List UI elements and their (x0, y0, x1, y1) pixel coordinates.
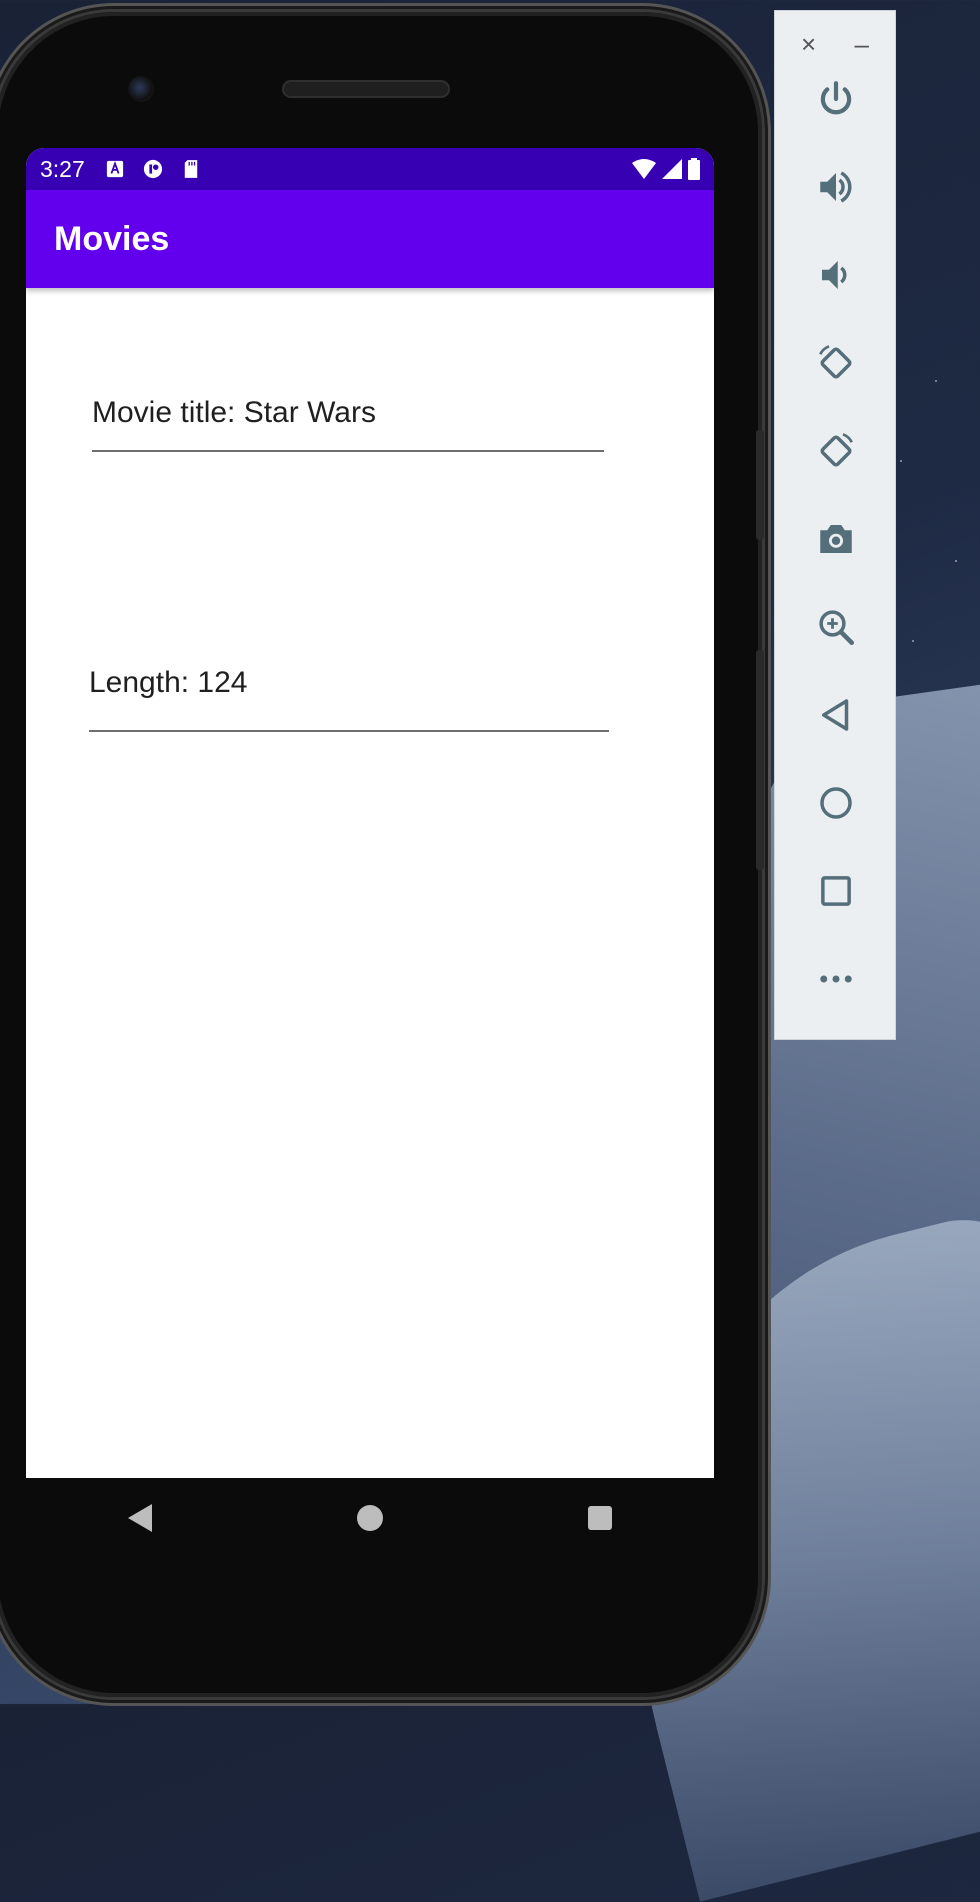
status-bar: 3:27 (26, 148, 714, 190)
movie-title-underline (92, 450, 604, 452)
camera-icon (820, 525, 852, 553)
volume-up-button[interactable] (775, 143, 897, 231)
power-icon (820, 81, 852, 115)
home-circle-icon (820, 787, 852, 819)
wifi-icon (632, 159, 656, 179)
volume-up-icon (820, 171, 852, 203)
emulator-toolbar: × – (774, 10, 896, 1040)
length-underline (89, 730, 609, 732)
nav-home-button[interactable] (356, 1505, 383, 1531)
back-button[interactable] (775, 671, 897, 759)
zoom-button[interactable] (775, 583, 897, 671)
status-time: 3:27 (40, 155, 85, 182)
minimize-button[interactable]: – (855, 29, 869, 59)
power-button[interactable] (775, 55, 897, 143)
volume-down-button[interactable] (775, 231, 897, 319)
app-notification-icon (143, 159, 163, 179)
overview-square-icon (821, 876, 851, 906)
volume-down-icon (822, 261, 847, 289)
device-screen: 3:27 Movies Movie title: Star Wars Lengt… (26, 148, 714, 1478)
sd-card-icon (181, 159, 201, 179)
phone-side-button (756, 430, 764, 540)
app-title: Movies (54, 219, 170, 258)
more-button[interactable] (775, 935, 897, 1023)
rotate-left-button[interactable] (775, 319, 897, 407)
front-camera (128, 76, 154, 102)
rotate-right-button[interactable] (775, 407, 897, 495)
movie-title-field[interactable]: Movie title: Star Wars (92, 396, 604, 452)
rotate-left-icon (819, 345, 852, 379)
earpiece-speaker (282, 80, 450, 98)
rotate-right-icon (820, 433, 853, 467)
nav-recents-button[interactable] (587, 1506, 612, 1530)
overview-button[interactable] (775, 847, 897, 935)
length-value: Length: 124 (89, 666, 248, 699)
battery-icon (688, 158, 700, 180)
movie-title-value: Movie title: Star Wars (92, 396, 376, 429)
back-triangle-icon (822, 699, 849, 731)
screenshot-button[interactable] (775, 495, 897, 583)
system-nav-bar (26, 1478, 714, 1558)
phone-side-button (756, 650, 764, 870)
home-button[interactable] (775, 759, 897, 847)
nav-back-button[interactable] (128, 1504, 153, 1532)
app-bar: Movies (26, 190, 714, 288)
length-field[interactable]: Length: 124 (89, 666, 609, 732)
zoom-in-icon (819, 610, 855, 646)
cell-signal-icon (662, 159, 682, 179)
close-button[interactable]: × (801, 29, 816, 59)
more-dots-icon (820, 975, 852, 983)
font-notification-icon (105, 159, 125, 179)
